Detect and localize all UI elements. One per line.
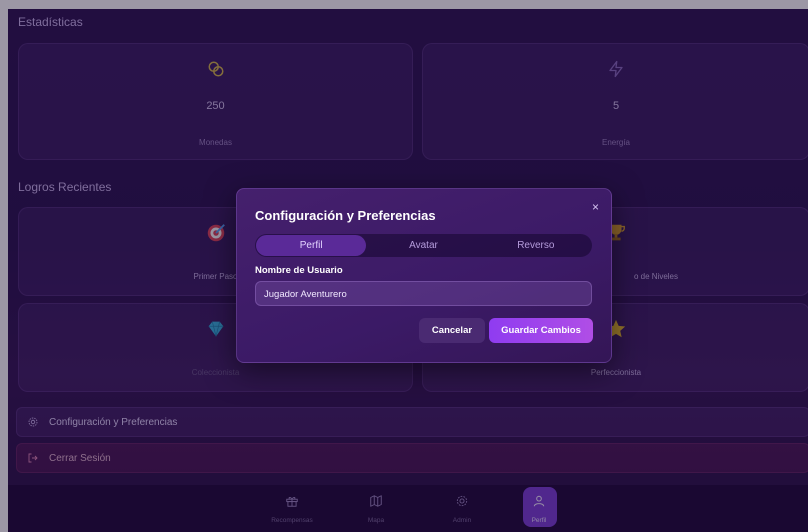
username-label: Nombre de Usuario <box>255 265 343 276</box>
username-input[interactable]: Jugador Aventurero <box>255 281 592 306</box>
close-icon[interactable]: × <box>592 200 599 214</box>
dialog-tabs: Perfil Avatar Reverso <box>255 234 592 257</box>
save-button[interactable]: Guardar Cambios <box>489 318 593 343</box>
cancel-button[interactable]: Cancelar <box>419 318 485 343</box>
dialog-title: Configuración y Preferencias <box>255 208 436 223</box>
settings-dialog: Configuración y Preferencias × Perfil Av… <box>236 188 612 363</box>
tab-avatar[interactable]: Avatar <box>368 235 478 256</box>
tab-reverse[interactable]: Reverso <box>481 235 591 256</box>
tab-profile[interactable]: Perfil <box>256 235 367 256</box>
